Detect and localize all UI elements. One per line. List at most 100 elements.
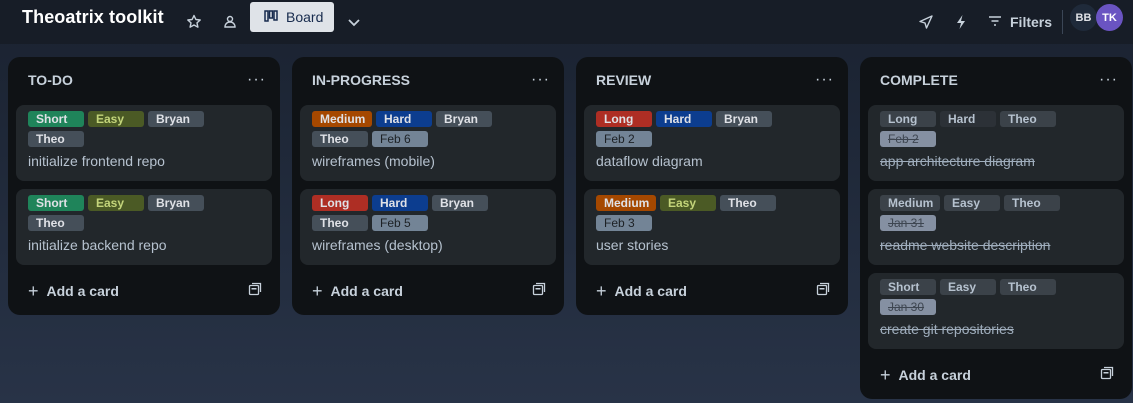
template-icon[interactable] (1100, 366, 1114, 385)
more-icon[interactable]: ··· (815, 71, 834, 89)
board-view-label: Board (286, 9, 324, 25)
list-title[interactable]: TO-DO (28, 72, 73, 88)
avatar[interactable]: BB (1070, 4, 1097, 31)
avatar[interactable]: TK (1096, 4, 1123, 31)
filter-icon (988, 14, 1002, 30)
card-title: create git repositories (880, 321, 1014, 337)
label-difficulty: Easy (660, 195, 716, 211)
list-header: COMPLETE ··· (860, 57, 1132, 103)
template-icon[interactable] (248, 282, 262, 301)
label-difficulty: Easy (88, 111, 144, 127)
label-size: Long (596, 111, 652, 127)
plus-icon: + (596, 281, 607, 301)
template-icon[interactable] (532, 282, 546, 301)
due-date-badge[interactable]: Feb 6 (372, 131, 428, 147)
card-title: initialize backend repo (28, 237, 167, 253)
due-date-badge[interactable]: Jan 31 (880, 215, 936, 231)
card[interactable]: Short Easy Bryan Theo initialize backend… (16, 189, 272, 265)
card[interactable]: Short Easy Bryan Theo initialize fronten… (16, 105, 272, 181)
label-size: Long (312, 195, 368, 211)
label-difficulty: Easy (944, 195, 1000, 211)
list-review: REVIEW ··· Long Hard Bryan Feb 2 dataflo… (576, 57, 848, 315)
label-member: Bryan (148, 111, 204, 127)
plus-icon: + (28, 281, 39, 301)
due-date-badge[interactable]: Feb 5 (372, 215, 428, 231)
list-complete: COMPLETE ··· Long Hard Theo Feb 2 app ar… (860, 57, 1132, 399)
header-divider (1062, 10, 1063, 34)
add-card-label: Add a card (614, 283, 687, 299)
plus-icon: + (312, 281, 323, 301)
template-icon[interactable] (816, 282, 830, 301)
list-in-progress: IN-PROGRESS ··· Medium Hard Bryan Theo F… (292, 57, 564, 315)
label-member: Theo (312, 215, 368, 231)
label-difficulty: Hard (376, 111, 432, 127)
card-title: dataflow diagram (596, 153, 703, 169)
visibility-icon[interactable] (216, 8, 244, 36)
label-size: Medium (596, 195, 656, 211)
add-card-label: Add a card (898, 367, 971, 383)
label-difficulty: Easy (940, 279, 996, 295)
due-date-badge[interactable]: Feb 2 (596, 131, 652, 147)
more-icon[interactable]: ··· (247, 71, 266, 89)
more-icon[interactable]: ··· (531, 71, 550, 89)
label-member: Theo (312, 131, 368, 147)
list-to-do: TO-DO ··· Short Easy Bryan Theo initiali… (8, 57, 280, 315)
add-card-button[interactable]: + Add a card (16, 275, 272, 307)
card[interactable]: Medium Easy Theo Feb 3 user stories (584, 189, 840, 265)
label-member: Theo (720, 195, 776, 211)
add-card-button[interactable]: + Add a card (584, 275, 840, 307)
label-member: Bryan (432, 195, 488, 211)
due-date-badge[interactable]: Jan 30 (880, 299, 936, 315)
card-title: wireframes (desktop) (312, 237, 443, 253)
label-difficulty: Hard (940, 111, 996, 127)
due-date-badge[interactable]: Feb 3 (596, 215, 652, 231)
label-difficulty: Easy (88, 195, 144, 211)
label-difficulty: Hard (372, 195, 428, 211)
add-card-button[interactable]: + Add a card (300, 275, 556, 307)
card[interactable]: Short Easy Theo Jan 30 create git reposi… (868, 273, 1124, 349)
label-size: Short (28, 111, 84, 127)
rocket-icon[interactable] (912, 8, 940, 36)
label-member: Theo (28, 215, 84, 231)
star-icon[interactable] (180, 8, 208, 36)
card-title: readme website description (880, 237, 1051, 253)
board-header: Theoatrix toolkit Board Filters BB TK (0, 0, 1133, 44)
list-title[interactable]: REVIEW (596, 72, 651, 88)
label-size: Medium (312, 111, 372, 127)
board-view-button[interactable]: Board (250, 2, 334, 32)
label-size: Short (28, 195, 84, 211)
list-header: TO-DO ··· (8, 57, 280, 103)
label-size: Long (880, 111, 936, 127)
label-size: Short (880, 279, 936, 295)
card[interactable]: Long Hard Bryan Theo Feb 5 wireframes (d… (300, 189, 556, 265)
list-header: REVIEW ··· (576, 57, 848, 103)
list-title[interactable]: IN-PROGRESS (312, 72, 410, 88)
add-card-label: Add a card (46, 283, 119, 299)
label-member: Theo (1000, 111, 1056, 127)
plus-icon: + (880, 365, 891, 385)
label-difficulty: Hard (656, 111, 712, 127)
list-title[interactable]: COMPLETE (880, 72, 958, 88)
filters-button[interactable]: Filters (988, 8, 1052, 36)
add-card-button[interactable]: + Add a card (868, 359, 1124, 391)
card-title: user stories (596, 237, 669, 253)
label-member: Bryan (436, 111, 492, 127)
card[interactable]: Medium Easy Theo Jan 31 readme website d… (868, 189, 1124, 265)
label-size: Medium (880, 195, 940, 211)
label-member: Theo (1004, 195, 1060, 211)
lightning-icon[interactable] (947, 8, 975, 36)
board-icon (264, 9, 278, 25)
card[interactable]: Long Hard Bryan Feb 2 dataflow diagram (584, 105, 840, 181)
card-title: initialize frontend repo (28, 153, 165, 169)
card-title: app architecture diagram (880, 153, 1035, 169)
label-member: Theo (1000, 279, 1056, 295)
more-icon[interactable]: ··· (1099, 71, 1118, 89)
card[interactable]: Medium Hard Bryan Theo Feb 6 wireframes … (300, 105, 556, 181)
label-member: Theo (28, 131, 84, 147)
due-date-badge[interactable]: Feb 2 (880, 131, 936, 147)
list-header: IN-PROGRESS ··· (292, 57, 564, 103)
filters-label: Filters (1010, 14, 1053, 30)
board-title[interactable]: Theoatrix toolkit (22, 7, 164, 28)
card[interactable]: Long Hard Theo Feb 2 app architecture di… (868, 105, 1124, 181)
chevron-down-icon[interactable] (340, 8, 368, 36)
